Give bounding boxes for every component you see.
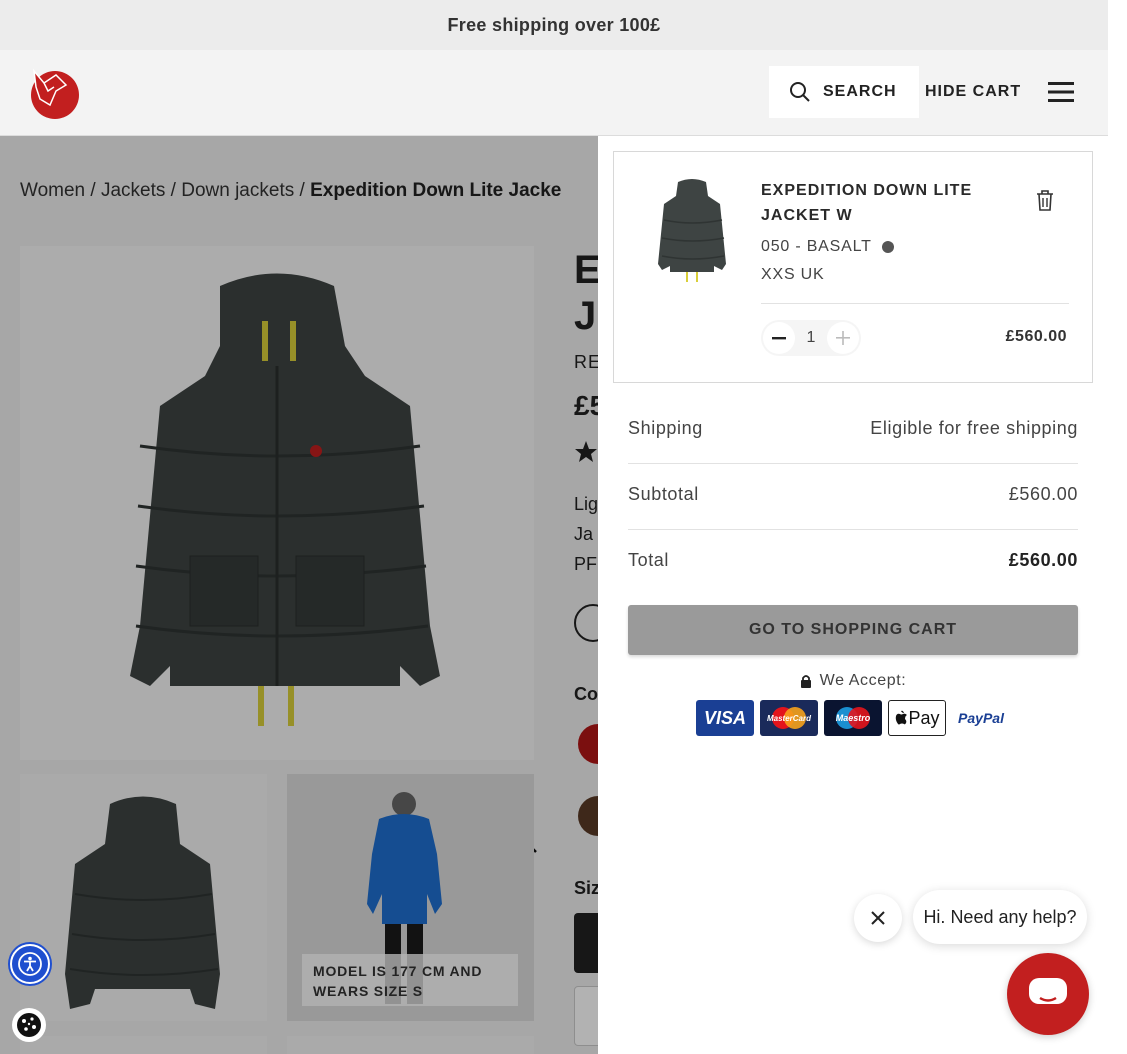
- go-to-shopping-cart-button[interactable]: GO TO SHOPPING CART: [628, 605, 1078, 655]
- lock-icon: [800, 675, 811, 688]
- hamburger-menu-icon[interactable]: [1048, 82, 1074, 102]
- search-button[interactable]: SEARCH: [769, 66, 919, 118]
- cart-item-image[interactable]: [648, 174, 736, 286]
- site-header: SEARCH HIDE CART: [0, 50, 1108, 136]
- cart-line-item: EXPEDITION DOWN LITE JACKET W 050 - BASA…: [613, 151, 1093, 383]
- item-divider: [761, 303, 1069, 304]
- we-accept-label: We Accept:: [819, 672, 907, 689]
- close-icon: [871, 911, 885, 925]
- increase-quantity-button[interactable]: [827, 322, 859, 354]
- maestro-icon: Maestro: [824, 700, 882, 736]
- mastercard-icon: MasterCard: [760, 700, 818, 736]
- trash-icon[interactable]: [1034, 188, 1056, 212]
- quantity-value[interactable]: 1: [807, 329, 816, 347]
- fox-logo-icon[interactable]: [26, 65, 80, 121]
- total-value: £560.00: [1008, 550, 1078, 570]
- cart-item-size: XXS UK: [761, 266, 825, 283]
- chat-launcher-button[interactable]: [1007, 953, 1089, 1035]
- hide-cart-button[interactable]: HIDE CART: [925, 83, 1021, 101]
- cart-item-price: £560.00: [1005, 328, 1067, 345]
- paypal-icon: PayPal: [952, 700, 1010, 736]
- cookie-icon: [17, 1013, 41, 1037]
- subtotal-value: £560.00: [1008, 484, 1078, 504]
- announcement-text: Free shipping over 100£: [447, 14, 661, 35]
- plus-icon: [836, 331, 850, 345]
- apple-pay-icon: Pay: [888, 700, 946, 736]
- payment-methods: VISA MasterCard Maestro Pay PayPal: [696, 700, 1010, 736]
- shipping-value: Eligible for free shipping: [870, 418, 1078, 438]
- subtotal-label: Subtotal: [628, 484, 699, 504]
- search-label: SEARCH: [823, 83, 897, 100]
- cart-item-color: 050 - BASALT: [761, 238, 894, 256]
- minus-icon: [772, 337, 786, 340]
- search-icon: [790, 82, 810, 102]
- summary-divider: [628, 529, 1078, 530]
- cart-item-color-text: 050 - BASALT: [761, 238, 872, 255]
- accessibility-button[interactable]: [10, 944, 50, 984]
- close-chat-prompt-button[interactable]: [854, 894, 902, 942]
- chat-prompt-bubble[interactable]: Hi. Need any help?: [913, 890, 1087, 944]
- chat-prompt-text: Hi. Need any help?: [923, 906, 1077, 927]
- subtotal-row: Subtotal £560.00: [628, 484, 1078, 505]
- shipping-row: Shipping Eligible for free shipping: [628, 418, 1078, 439]
- color-dot: [881, 241, 894, 253]
- visa-icon: VISA: [696, 700, 754, 736]
- cart-item-name[interactable]: EXPEDITION DOWN LITE JACKET W: [761, 178, 991, 228]
- we-accept: We Accept:: [598, 672, 1108, 690]
- page-dim-overlay[interactable]: [0, 136, 598, 1054]
- quantity-stepper: 1: [761, 320, 861, 356]
- decrease-quantity-button[interactable]: [763, 322, 795, 354]
- summary-divider: [628, 463, 1078, 464]
- scrollbar[interactable]: [1108, 0, 1127, 1054]
- announcement-bar: Free shipping over 100£: [0, 0, 1108, 50]
- shipping-label: Shipping: [628, 418, 703, 438]
- total-row: Total £560.00: [628, 550, 1078, 571]
- accessibility-icon: [18, 952, 42, 976]
- cookie-settings-button[interactable]: [12, 1008, 46, 1042]
- total-label: Total: [628, 550, 670, 570]
- chat-bubble-icon: [1029, 978, 1067, 1004]
